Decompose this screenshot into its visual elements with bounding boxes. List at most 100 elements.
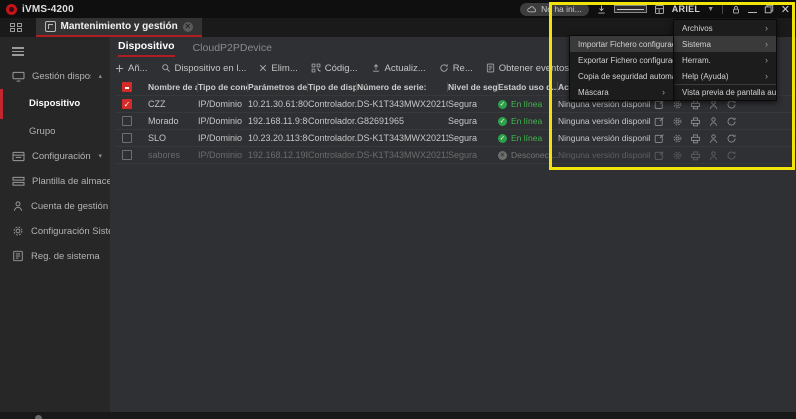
table-row[interactable]: Morado IP/Dominio 192.168.11.9:80 Contro… [116, 112, 796, 129]
sync-icon[interactable] [726, 133, 737, 144]
main-dropdown-menu: Archivos› Sistema› Herram.› Help (Ayuda)… [673, 19, 777, 101]
sidebar-item-grupo[interactable]: Grupo [0, 119, 110, 144]
online-device-button[interactable]: Dispositivo en l... [161, 63, 247, 74]
submenu-item-importar-configuracion[interactable]: Importar Fichero configuración [570, 36, 673, 52]
user-caret-icon[interactable]: ▼ [707, 6, 714, 13]
select-all-checkbox[interactable] [116, 82, 148, 92]
user-name[interactable]: ARIEL [672, 4, 701, 14]
edit-icon[interactable] [654, 116, 665, 127]
cloud-login-status[interactable]: No ha ini... [520, 3, 589, 16]
sidebar-item-label: Gestión disposit. [32, 71, 91, 82]
row-checkbox[interactable] [116, 116, 148, 126]
col-estado[interactable]: Estado uso d... [498, 82, 558, 92]
menu-item-vista-previa-auxiliar[interactable]: Vista previa de pantalla auxiliar [674, 84, 776, 100]
menu-item-help[interactable]: Help (Ayuda)› [674, 68, 776, 84]
col-nivel-seguridad[interactable]: Nivel de seg... [448, 82, 498, 92]
submenu-item-mascara[interactable]: Máscara› [570, 84, 673, 100]
document-icon [486, 63, 495, 73]
network-params: 10.23.20.113:80... [248, 133, 308, 143]
download-icon[interactable] [596, 4, 607, 15]
sidebar-item-gestion-dispositivos[interactable]: Gestión disposit. ▴ [0, 64, 110, 89]
chevron-right-icon: › [662, 87, 665, 97]
device-type: Controlador... [308, 116, 357, 126]
upgrade-cell: Ninguna versión disponible [558, 116, 796, 127]
connection-type: IP/Dominio [198, 150, 248, 160]
add-device-label: Añ... [128, 63, 148, 74]
submenu-item-exportar-configuracion[interactable]: Exportar Fichero configuración [570, 52, 673, 68]
device-name: SLO [148, 133, 198, 143]
row-checkbox[interactable]: ✓ [116, 99, 148, 109]
sidebar-item-registro-sistema[interactable]: Reg. de sistema [0, 244, 110, 269]
network-params: 192.168.11.9:80 [248, 116, 308, 126]
gear-icon[interactable] [672, 133, 683, 144]
lock-icon[interactable] [731, 4, 741, 15]
device-name: Morado [148, 116, 198, 126]
online-icon: ✓ [498, 134, 507, 143]
edit-icon[interactable] [654, 150, 665, 161]
connection-type: IP/Dominio [198, 99, 248, 109]
col-tipo-dispositivo[interactable]: Tipo de disp... [308, 82, 357, 92]
gear-icon[interactable] [672, 116, 683, 127]
delete-device-button[interactable]: Elim... [259, 63, 297, 74]
serial-number: G82691965 [357, 116, 448, 126]
sidebar-item-label: Plantilla de almacenamiento [32, 176, 110, 187]
menu-item-herramientas[interactable]: Herram.› [674, 52, 776, 68]
tab-dispositivo[interactable]: Dispositivo [118, 40, 175, 57]
gear-icon[interactable] [672, 150, 683, 161]
online-icon: ✓ [498, 117, 507, 126]
col-nombre[interactable]: Nombre de a...▲ [148, 82, 198, 92]
col-numero-serie[interactable]: Número de serie: [357, 82, 448, 92]
sync-icon[interactable] [726, 150, 737, 161]
maintenance-tab-icon [45, 21, 56, 32]
sidebar-item-label: Reg. de sistema [31, 251, 100, 262]
menu-item-archivos[interactable]: Archivos› [674, 20, 776, 36]
titlebar-separator: | [721, 4, 724, 15]
add-device-button[interactable]: Añ... [115, 63, 148, 74]
printer-icon[interactable] [690, 133, 701, 144]
qr-code-button[interactable]: Códig... [311, 63, 358, 74]
col-tipo-conexion[interactable]: Tipo de cone... [198, 82, 248, 92]
user-icon[interactable] [708, 133, 719, 144]
main-menu-button[interactable] [614, 5, 647, 13]
menu-item-sistema[interactable]: Sistema› [674, 36, 776, 52]
sidebar-item-configuracion-eventos[interactable]: Configuración de eve... ▾ [0, 144, 110, 169]
tab-mantenimiento-y-gestion[interactable]: Mantenimiento y gestión ✕ [36, 18, 202, 37]
sidebar-item-configuracion-sistema[interactable]: Configuración Sistema... [0, 219, 110, 244]
network-params: 10.21.30.61:8000 [248, 99, 308, 109]
sync-icon[interactable] [726, 116, 737, 127]
sidebar-item-cuenta-gestion[interactable]: Cuenta de gestión [0, 194, 110, 219]
sistema-submenu: Importar Fichero configuración Exportar … [569, 35, 674, 101]
user-icon[interactable] [708, 150, 719, 161]
submenu-item-copia-seguridad[interactable]: Copia de seguridad automática [570, 68, 673, 84]
table-row[interactable]: SLO IP/Dominio 10.23.20.113:80... Contro… [116, 129, 796, 146]
restore-button[interactable] [764, 4, 774, 14]
row-checkbox[interactable] [116, 133, 148, 143]
table-row[interactable]: sabores IP/Dominio 192.168.12.198:... Co… [116, 146, 796, 163]
sidebar-item-label: Grupo [29, 126, 55, 137]
refresh-button[interactable]: Re... [439, 63, 473, 74]
minimize-button[interactable] [748, 6, 757, 13]
sidebar-collapse-button[interactable] [12, 45, 110, 58]
sidebar-item-plantilla-almacenamiento[interactable]: Plantilla de almacenamiento [0, 169, 110, 194]
search-icon [161, 63, 171, 73]
tab-close-icon[interactable]: ✕ [183, 22, 193, 32]
chevron-right-icon: › [765, 23, 768, 33]
printer-icon[interactable] [690, 116, 701, 127]
user-icon[interactable] [708, 116, 719, 127]
close-button[interactable]: ✕ [781, 3, 790, 16]
tab-cloudp2pdevice[interactable]: CloudP2PDevice [193, 42, 272, 57]
row-checkbox[interactable] [116, 150, 148, 160]
device-name: sabores [148, 150, 198, 160]
upgrade-button[interactable]: Actualiz... [371, 63, 426, 74]
upgrade-label: Actualiz... [385, 63, 426, 74]
app-title: iVMS-4200 [22, 4, 74, 15]
device-name: CZZ [148, 99, 198, 109]
serial-number: DS-K1T343MWX2021102... [357, 150, 448, 160]
edit-icon[interactable] [654, 133, 665, 144]
col-parametros-red[interactable]: Parámetros de red [248, 82, 308, 92]
modules-grid-button[interactable] [6, 18, 26, 37]
security-level: Segura [448, 133, 498, 143]
sidebar-item-dispositivo[interactable]: Dispositivo [0, 89, 110, 119]
layout-icon[interactable] [654, 4, 665, 15]
printer-icon[interactable] [690, 150, 701, 161]
